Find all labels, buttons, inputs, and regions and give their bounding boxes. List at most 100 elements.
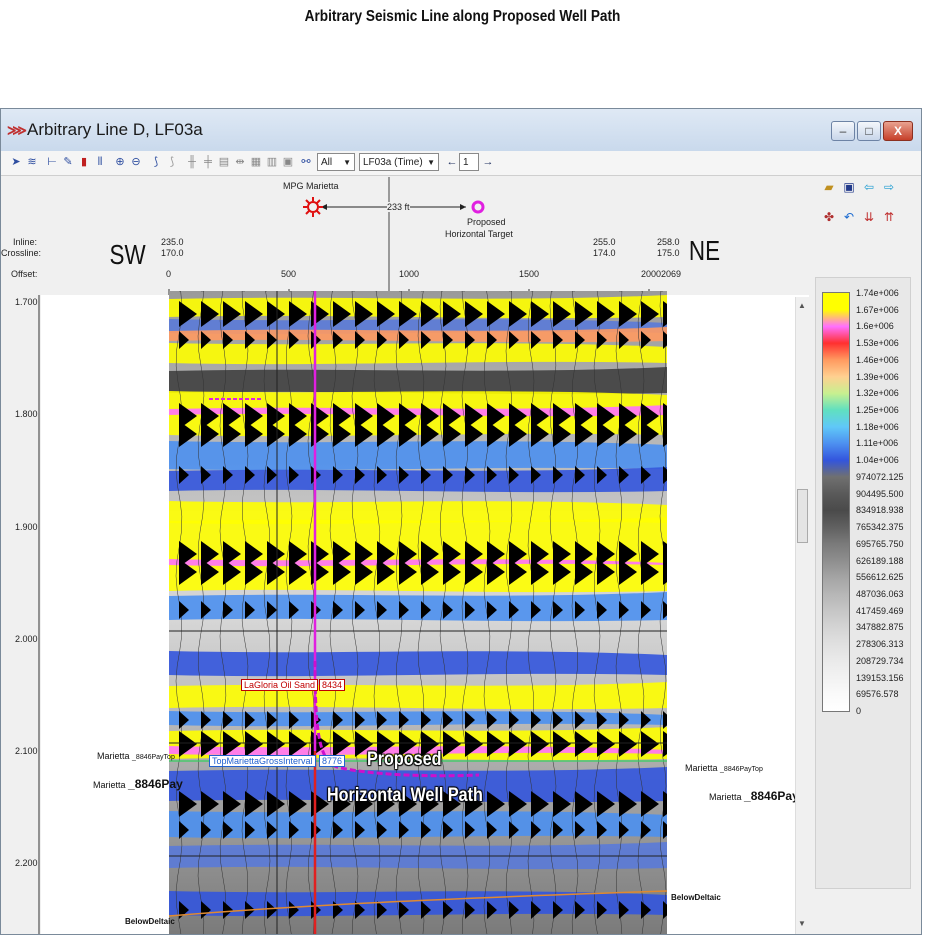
wiggle-peak: [663, 791, 667, 817]
right-inline-value-a: 255.0: [593, 237, 616, 247]
target-label-2: Horizontal Target: [445, 229, 513, 239]
colorbar-label: 347882.875: [856, 622, 904, 633]
flatten-icon[interactable]: ⟆: [149, 155, 163, 169]
distance-label: 233 ft: [387, 202, 410, 212]
time-axis: [38, 295, 40, 934]
offset-tick-label: 1000: [399, 269, 420, 279]
amplitude-band: [169, 891, 667, 917]
colorbar-label: 1.39e+006: [856, 371, 899, 382]
wiggle-peak: [663, 301, 667, 327]
amplitude-band: [169, 711, 667, 727]
right-inline-value-b: 258.0: [657, 237, 680, 247]
list-icon[interactable]: ▥: [265, 155, 279, 169]
zoom-out-icon[interactable]: ⊖: [129, 155, 143, 169]
unflatten-icon[interactable]: ⟆: [165, 155, 179, 169]
well-path-label: Horizontal Well Path: [327, 785, 483, 806]
volume-select[interactable]: LF03a (Time) ▼: [359, 153, 439, 171]
colorbar-label: 1.74e+006: [856, 288, 899, 298]
scroll-up-icon[interactable]: ▲: [798, 301, 806, 310]
amplitude-band: [169, 343, 667, 365]
colorbar-label: 1.25e+006: [856, 405, 899, 416]
wiggle-peak: [663, 421, 667, 447]
link-icon[interactable]: ⚯: [299, 155, 313, 169]
gross-interval-label: TopMariettaGrossInterval: [209, 755, 316, 767]
colorbar-label: 765342.375: [856, 522, 904, 533]
seismic-window: ⋙ Arbitrary Line D, LF03a – □ X ➤ ≋ ⊢ ✎ …: [0, 108, 922, 935]
minimize-button[interactable]: –: [831, 121, 855, 141]
wiggle-peak: [663, 731, 667, 757]
well-label: MPG Marietta: [283, 181, 339, 191]
settings-icon[interactable]: ✤: [821, 209, 837, 225]
zoom-in-icon[interactable]: ⊕: [113, 155, 127, 169]
well-marker-icon: [303, 197, 323, 217]
wiggle-peak: [663, 559, 667, 585]
time-tick-label: 2.000: [15, 634, 38, 644]
traces-icon[interactable]: ⦀: [93, 155, 107, 169]
amplitude-band: [169, 467, 667, 493]
colorbar-panel: 1.74e+006 1.67e+006 1.6e+006 1.53e+006 1.46e…: [815, 277, 911, 889]
align-icon[interactable]: ▤: [217, 155, 231, 169]
colorbar-label: 1.11e+006: [856, 438, 899, 449]
oil-sand-label: LaGloria Oil Sand: [241, 679, 319, 691]
sw-direction: SW: [109, 239, 146, 270]
split-icon[interactable]: ╫: [185, 155, 199, 169]
scroll-down-icon[interactable]: ▼: [798, 919, 806, 928]
color-icon[interactable]: ▮: [77, 155, 91, 169]
colorbar-label: 69576.578: [856, 689, 899, 700]
colorbar-label: 904495.500: [856, 488, 904, 499]
sort-down-icon[interactable]: ⇊: [861, 209, 877, 225]
horizon-label-below-left: BelowDeltaic: [125, 917, 175, 926]
horizon-label-left-pay: Marietta _8846Pay: [93, 777, 183, 791]
prev-arrow-icon[interactable]: ←: [445, 155, 459, 169]
amplitude-band: [169, 811, 667, 839]
save-icon[interactable]: ▣: [841, 179, 857, 195]
next-arrow-icon[interactable]: →: [481, 155, 495, 169]
amplitude-band: [169, 367, 667, 395]
sort-up-icon[interactable]: ⇈: [881, 209, 897, 225]
wiggle-icon[interactable]: ≋: [25, 155, 39, 169]
pointer-icon[interactable]: ➤: [9, 155, 23, 169]
colorbar-label: 1.6e+006: [856, 321, 894, 332]
arrow-right-icon[interactable]: ⇨: [881, 179, 897, 195]
gross-interval-depth: 8776: [319, 755, 346, 767]
shift-icon[interactable]: ⇹: [233, 155, 247, 169]
open-folder-icon[interactable]: ▰: [821, 179, 837, 195]
horizon-label-below-right: BelowDeltaic: [671, 893, 721, 902]
panel-icon[interactable]: ▣: [281, 155, 295, 169]
grid-icon[interactable]: ▦: [249, 155, 263, 169]
toolbar: ➤ ≋ ⊢ ✎ ▮ ⦀ ⊕ ⊖ ⟆ ⟆ ╫ ╪ ▤ ⇹ ▦ ▥ ▣ ⚯ All ▼…: [1, 151, 921, 176]
offset-tick-label: 20002069: [641, 269, 682, 279]
offset-tick-label: 1500: [519, 269, 540, 279]
colorbar-label: 695765.750: [856, 538, 904, 549]
line-number-input[interactable]: 1: [459, 153, 479, 171]
colorbar: [822, 292, 850, 712]
close-button[interactable]: X: [883, 121, 913, 141]
time-tick-label: 2.100: [15, 746, 38, 756]
horizon-label-left-top: Marietta _8846PayTop: [97, 751, 175, 761]
filter-select[interactable]: All ▼: [317, 153, 355, 171]
colorbar-label: 278306.313: [856, 639, 904, 650]
stretch-icon[interactable]: ╪: [201, 155, 215, 169]
horizon-label-right-pay: Marietta _8846Pay: [709, 789, 799, 803]
window-title: Arbitrary Line D, LF03a: [27, 120, 203, 139]
arrow-left-icon[interactable]: ⇦: [861, 179, 877, 195]
pick-icon[interactable]: ✎: [61, 155, 75, 169]
proposed-label: Proposed: [367, 749, 442, 770]
time-tick-label: 1.800: [15, 409, 38, 419]
time-tick-label: 1.900: [15, 522, 38, 532]
vertical-scrollbar[interactable]: ▲ ▼: [795, 297, 810, 934]
colorbar-label: 974072.125: [856, 471, 904, 482]
colorbar-label: 0: [856, 706, 862, 716]
inline-label: Inline:: [13, 237, 38, 247]
scroll-thumb[interactable]: [797, 489, 808, 543]
seismic-section: [169, 291, 667, 934]
colorbar-label: 1.32e+006: [856, 388, 899, 399]
left-crossline-value: 170.0: [161, 248, 184, 258]
colorbar-label: 1.67e+006: [856, 304, 899, 315]
measure-icon[interactable]: ⊢: [45, 155, 59, 169]
colorbar-label: 1.18e+006: [856, 421, 899, 432]
colorbar-label: 1.53e+006: [856, 338, 899, 349]
maximize-button[interactable]: □: [857, 121, 881, 141]
title-bar[interactable]: ⋙ Arbitrary Line D, LF03a – □ X: [1, 109, 921, 151]
undo-icon[interactable]: ↶: [841, 209, 857, 225]
